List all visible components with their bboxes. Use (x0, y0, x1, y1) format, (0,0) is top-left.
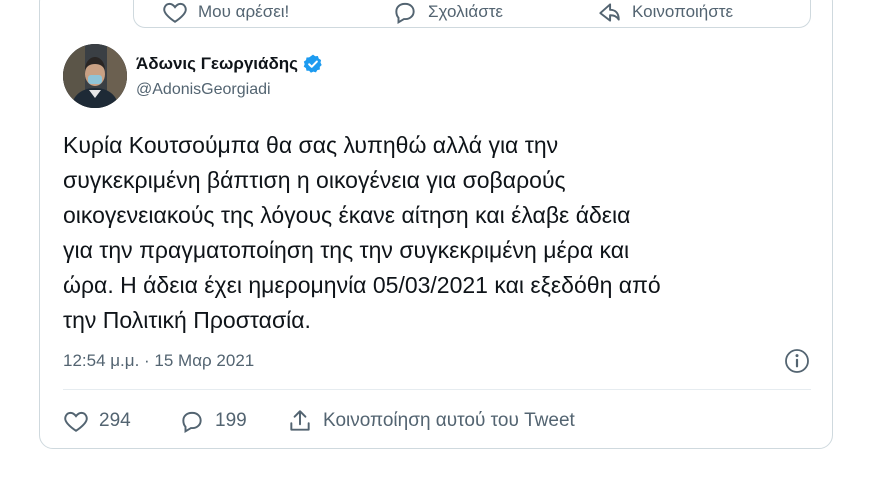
tweet-text-line: Κυρία Κουτσούμπα θα σας λυπηθώ αλλά για … (63, 132, 559, 158)
quoted-share-button[interactable]: Κοινοποιήστε (596, 0, 734, 27)
quoted-share-label: Κοινοποιήστε (632, 2, 734, 21)
info-icon[interactable] (783, 347, 811, 375)
author-display-name[interactable]: Άδωνις Γεωργιάδης (136, 54, 298, 74)
tweet-text-line: την Πολιτική Προστασία. (63, 307, 311, 333)
tweet-text-line: οικογενειακούς της λόγους έκανε αίτηση κ… (63, 202, 631, 228)
quoted-tweet-action-bar: Μου αρέσει! Σχολιάστε Κοινοποιήστε (133, 0, 811, 28)
quoted-like-label: Μου αρέσει! (198, 2, 290, 21)
like-button[interactable]: 294 (63, 408, 131, 434)
reply-button[interactable]: 199 (179, 408, 247, 434)
tweet-timestamp[interactable]: 12:54 μ.μ. · 15 Μαρ 2021 (63, 351, 254, 371)
quoted-reply-label: Σχολιάστε (428, 2, 503, 21)
tweet-text-line: για την πραγματοποίηση της την συγκεκριμ… (63, 237, 630, 263)
avatar[interactable] (63, 44, 127, 108)
quoted-like-button[interactable]: Μου αρέσει! (162, 0, 290, 27)
tweet-text-line: ώρα. Η άδεια έχει ημερομηνία 05/03/2021 … (63, 272, 661, 298)
tweet-text-line: συγκεκριμένη βάπτιση η οικογένεια για σο… (63, 167, 566, 193)
share-tweet-button[interactable]: Κοινοποίηση αυτού του Tweet (287, 408, 575, 434)
heart-icon (163, 2, 187, 23)
actions-divider (63, 389, 811, 390)
author-name-row: Άδωνις Γεωργιάδης (136, 53, 324, 75)
reply-bubble-icon (182, 411, 202, 434)
quoted-reply-button[interactable]: Σχολιάστε (392, 0, 503, 27)
tweet-text: Κυρία Κουτσούμπα θα σας λυπηθώ αλλά για … (63, 128, 808, 338)
like-count: 294 (99, 410, 131, 431)
share-tweet-label: Κοινοποίηση αυτού του Tweet (323, 410, 575, 431)
share-icon (599, 3, 620, 22)
verified-badge-icon (303, 54, 322, 73)
avatar-photo (63, 44, 127, 108)
reply-bubble-icon (395, 2, 415, 25)
author-handle[interactable]: @AdonisGeorgiadi (136, 81, 271, 99)
heart-icon (64, 411, 88, 432)
share-icon (290, 410, 310, 431)
reply-count: 199 (215, 410, 247, 431)
